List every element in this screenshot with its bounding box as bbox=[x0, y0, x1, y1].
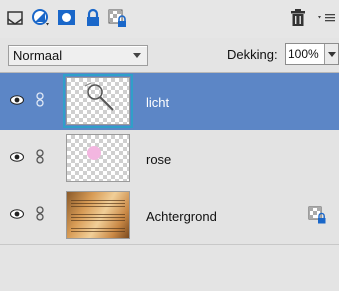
chevron-down-icon bbox=[133, 53, 141, 58]
panel-menu-icon[interactable] bbox=[316, 7, 338, 29]
add-layer-mask-icon[interactable] bbox=[56, 7, 78, 29]
opacity-field[interactable]: 100% bbox=[285, 43, 339, 65]
opacity-value: 100% bbox=[288, 47, 319, 61]
blend-mode-select[interactable]: Normaal bbox=[8, 45, 148, 66]
layer-name: licht bbox=[146, 95, 170, 110]
blend-mode-value: Normaal bbox=[13, 48, 63, 63]
link-chain-icon[interactable] bbox=[35, 206, 45, 221]
layer-thumbnail bbox=[63, 74, 133, 128]
layer-thumbnail bbox=[66, 191, 130, 239]
lock-transparency-icon[interactable] bbox=[107, 7, 129, 29]
lock-transparency-icon bbox=[308, 206, 326, 224]
visibility-eye-icon[interactable] bbox=[10, 209, 24, 219]
layer-row-licht[interactable]: licht bbox=[0, 73, 339, 131]
layer-thumbnail bbox=[66, 134, 130, 182]
pink-dot bbox=[87, 146, 101, 160]
link-chain-icon[interactable] bbox=[35, 149, 45, 164]
layer-name: rose bbox=[146, 152, 172, 167]
opacity-label: Dekking: bbox=[227, 47, 278, 62]
lock-all-icon[interactable] bbox=[82, 7, 104, 29]
layer-row-achtergrond[interactable]: Achtergrond bbox=[0, 187, 339, 245]
layer-name: Achtergrond bbox=[146, 209, 217, 224]
new-adjustment-layer-icon[interactable] bbox=[30, 7, 52, 29]
visibility-eye-icon[interactable] bbox=[10, 95, 24, 105]
trash-icon[interactable] bbox=[287, 7, 309, 29]
opacity-dropdown-button[interactable] bbox=[324, 44, 338, 64]
magnifier-brush-icon bbox=[84, 82, 114, 111]
layers-toolbar bbox=[0, 0, 339, 38]
sheet-music-image bbox=[67, 192, 129, 238]
new-layer-icon[interactable] bbox=[5, 7, 27, 29]
visibility-eye-icon[interactable] bbox=[10, 152, 24, 162]
layers-list: licht rose Achtergrond bbox=[0, 73, 339, 291]
layer-row-rose[interactable]: rose bbox=[0, 130, 339, 188]
link-chain-icon[interactable] bbox=[35, 92, 45, 107]
